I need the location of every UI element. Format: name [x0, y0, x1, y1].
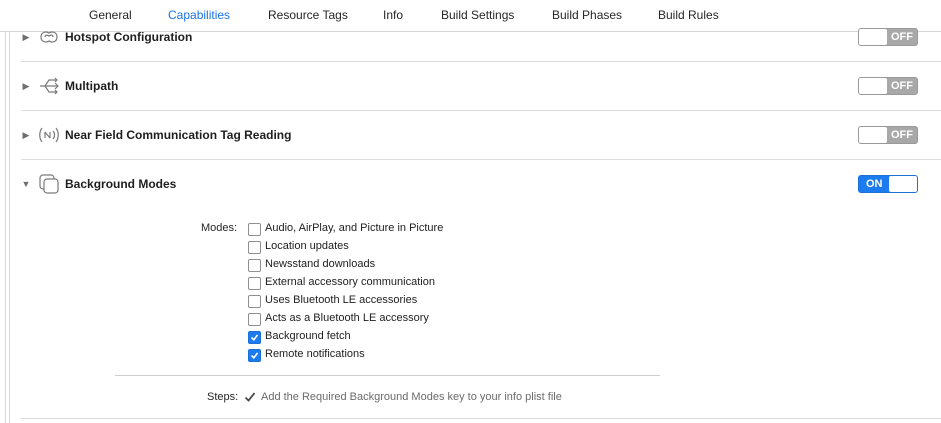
nfc-icon: [37, 123, 61, 147]
mode-label: Location updates: [265, 240, 349, 252]
toggle-knob: [859, 127, 887, 143]
mode-label: Uses Bluetooth LE accessories: [265, 294, 418, 306]
steps-label: Steps:: [207, 391, 239, 403]
checkbox-unchecked[interactable]: [248, 277, 261, 290]
toggle-knob: [859, 29, 887, 45]
disclosure-triangle-collapsed-icon[interactable]: ▶: [21, 32, 31, 42]
capability-multipath: ▶ Multipath OFF: [21, 62, 941, 111]
capability-toggle-off[interactable]: OFF: [858, 126, 918, 144]
capability-title: Near Field Communication Tag Reading: [65, 128, 292, 142]
multipath-icon: [37, 74, 61, 98]
capability-toggle-on[interactable]: ON: [858, 175, 918, 193]
mode-label: Newsstand downloads: [265, 258, 376, 270]
mode-label: External accessory communication: [265, 276, 435, 288]
hotspot-icon: [37, 25, 61, 49]
mode-label: Background fetch: [265, 330, 351, 342]
left-gutter-divider: [9, 0, 10, 423]
steps-divider: [115, 375, 660, 376]
checkbox-unchecked[interactable]: [248, 241, 261, 254]
toggle-state-label: OFF: [891, 31, 913, 43]
checkbox-unchecked[interactable]: [248, 313, 261, 326]
modes-label: Modes:: [201, 222, 238, 234]
background-modes-icon: [37, 172, 61, 196]
toggle-knob: [859, 78, 887, 94]
mode-label: Audio, AirPlay, and Picture in Picture: [265, 222, 444, 234]
toggle-state-label: ON: [866, 178, 883, 190]
mode-label: Acts as a Bluetooth LE accessory: [265, 312, 429, 324]
checkbox-unchecked[interactable]: [248, 223, 261, 236]
toggle-knob: [889, 176, 917, 192]
toggle-state-label: OFF: [891, 80, 913, 92]
checkbox-checked[interactable]: [248, 331, 261, 344]
disclosure-triangle-collapsed-icon[interactable]: ▶: [21, 81, 31, 91]
disclosure-triangle-expanded-icon[interactable]: ▼: [21, 179, 31, 189]
checkmark-icon: [250, 334, 259, 342]
section-divider: [21, 418, 941, 419]
checkbox-checked[interactable]: [248, 349, 261, 362]
checkbox-unchecked[interactable]: [248, 259, 261, 272]
left-gutter-divider: [5, 0, 6, 423]
disclosure-triangle-collapsed-icon[interactable]: ▶: [21, 130, 31, 140]
checkmark-icon: [250, 352, 259, 360]
capability-title: Hotspot Configuration: [65, 30, 193, 44]
capability-hotspot-configuration: ▶ Hotspot Configuration OFF: [21, 13, 941, 62]
capability-title: Background Modes: [65, 177, 177, 191]
toggle-state-label: OFF: [891, 129, 913, 141]
capability-toggle-off[interactable]: OFF: [858, 77, 918, 95]
mode-label: Remote notifications: [265, 348, 365, 360]
capability-nfc-tag-reading: ▶ Near Field Communication Tag Reading O…: [21, 111, 941, 160]
capability-title: Multipath: [65, 79, 119, 93]
capability-toggle-off[interactable]: OFF: [858, 28, 918, 46]
steps-text: Add the Required Background Modes key to…: [261, 391, 562, 403]
checkmark-icon: [244, 391, 256, 403]
checkbox-unchecked[interactable]: [248, 295, 261, 308]
capability-background-modes: ▼ Background Modes ON: [21, 160, 941, 208]
